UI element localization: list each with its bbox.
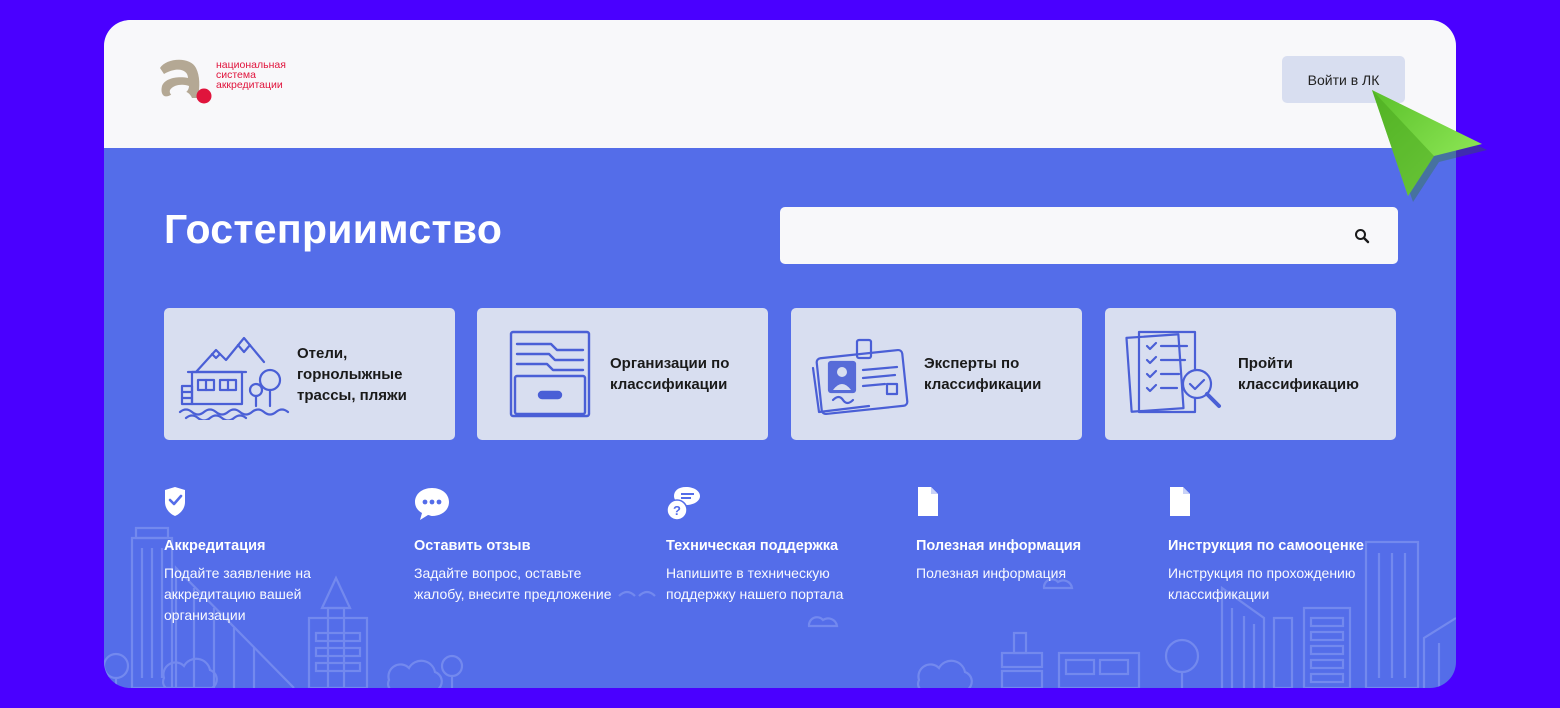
link-title: Полезная информация <box>916 538 1082 554</box>
card-label: Организации по классификации <box>610 355 730 393</box>
shield-check-icon <box>165 487 185 516</box>
search-icon[interactable] <box>1354 228 1370 244</box>
link-title: Оставить отзыв <box>414 538 531 554</box>
logo[interactable]: национальная система аккредитации <box>156 56 286 110</box>
search-input[interactable] <box>780 207 1358 264</box>
link-useful-info[interactable]: Полезная информация Полезная информация <box>916 486 1136 584</box>
card-pass-classification[interactable]: Пройти классификацию <box>1105 308 1396 440</box>
card-hotels[interactable]: Отели, горнолыжные трассы, пляжи <box>164 308 455 440</box>
hotel-mountain-icon <box>178 336 290 420</box>
document-icon <box>918 487 938 516</box>
card-label: Пройти классификацию <box>1238 355 1359 393</box>
logo-line: аккредитации <box>216 79 283 91</box>
site-header: национальная система аккредитации Войти … <box>104 20 1456 148</box>
link-description: Инструкция по прохождению классификации <box>1168 565 1356 602</box>
document-icon <box>1170 487 1190 516</box>
search-box <box>780 207 1398 264</box>
link-description: Задайте вопрос, оставьте жалобу, внесите… <box>414 565 612 602</box>
link-tech-support[interactable]: ? Техническая поддержка Напишите в техни… <box>666 486 886 605</box>
link-title: Инструкция по самооценке <box>1168 538 1364 554</box>
support-chat-icon: ? <box>666 487 700 521</box>
chat-bubble-icon <box>415 488 449 520</box>
svg-text:?: ? <box>673 503 681 518</box>
link-description: Полезная информация <box>916 565 1067 581</box>
filing-cabinet-icon <box>509 330 591 418</box>
link-feedback[interactable]: Оставить отзыв Задайте вопрос, оставьте … <box>414 486 634 605</box>
link-title: Техническая поддержка <box>666 538 839 554</box>
accreditation-logo-icon <box>160 59 212 104</box>
card-label: Эксперты по классификации <box>924 355 1042 393</box>
card-label: Отели, горнолыжные трассы, пляжи <box>297 344 407 404</box>
hero-section: Гостеприимство Отели, горнолыжные трассы… <box>104 148 1456 688</box>
link-accreditation[interactable]: Аккредитация Подайте заявление на аккред… <box>164 486 384 626</box>
link-description: Подайте заявление на аккредитацию вашей … <box>164 565 311 623</box>
link-title: Аккредитация <box>164 538 266 554</box>
browser-page: национальная система аккредитации Войти … <box>104 20 1456 688</box>
logo-text: национальная система аккредитации <box>216 60 286 91</box>
mouse-cursor-icon <box>1372 90 1487 202</box>
link-description: Напишите в техническую поддержку нашего … <box>666 565 844 602</box>
checklist-magnifier-icon <box>1125 330 1221 414</box>
page-title: Гостеприимство <box>164 206 503 252</box>
link-self-assessment-guide[interactable]: Инструкция по самооценке Инструкция по п… <box>1168 486 1388 605</box>
card-organizations[interactable]: Организации по классификации <box>477 308 768 440</box>
id-badge-icon <box>811 338 909 416</box>
card-experts[interactable]: Эксперты по классификации <box>791 308 1082 440</box>
